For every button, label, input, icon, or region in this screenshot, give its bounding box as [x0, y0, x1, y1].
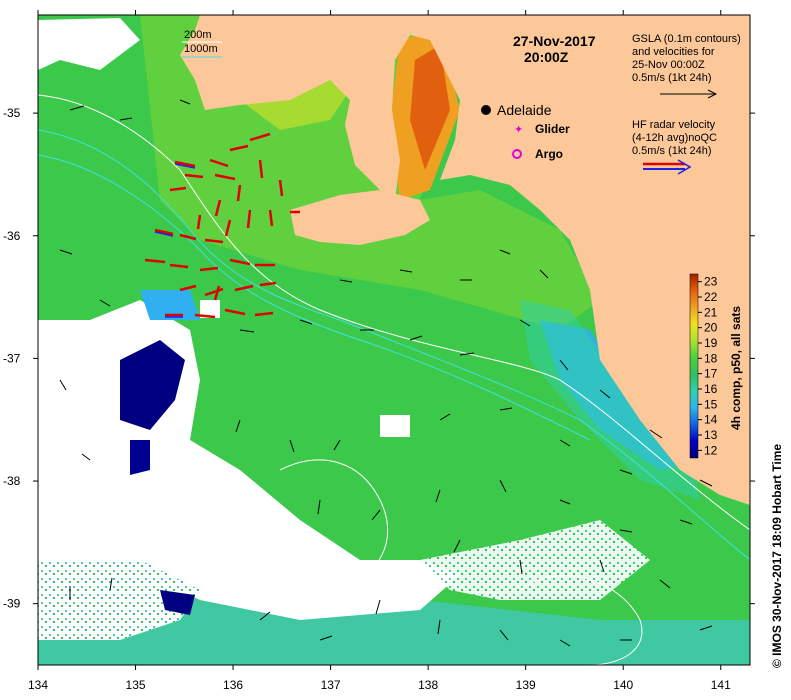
- colorbar-tick-label: 17: [704, 367, 718, 381]
- argo-label: Argo: [535, 147, 563, 161]
- y-tick-label: -36: [3, 229, 21, 243]
- adelaide-label: Adelaide: [497, 102, 552, 118]
- contour-legend-1000m: 1000m: [184, 43, 218, 55]
- colorbar-tick-label: 13: [704, 428, 718, 442]
- y-tick-label: -37: [3, 351, 21, 365]
- hf-legend-line2: (4-12h avg)noQC: [632, 132, 717, 144]
- title-date: 27-Nov-2017: [513, 33, 596, 49]
- y-tick-label: -38: [3, 474, 21, 488]
- colorbar-tick-label: 21: [704, 305, 718, 319]
- colorbar-title: 4h comp, p50, all sats: [729, 306, 743, 430]
- gsla-legend-line2: and velocities for: [632, 46, 715, 58]
- gsla-legend-line3: 25-Nov 00:00Z: [632, 59, 705, 71]
- x-tick-label: 135: [126, 678, 146, 692]
- colorbar-tick-label: 15: [704, 397, 718, 411]
- x-tick-label: 140: [613, 678, 633, 692]
- colorbar-tick-label: 20: [704, 321, 718, 335]
- colorbar-tick-label: 16: [704, 382, 718, 396]
- x-tick-label: 136: [223, 678, 243, 692]
- x-tick-label: 139: [516, 678, 536, 692]
- y-tick-label: -35: [3, 106, 21, 120]
- x-tick-label: 134: [28, 678, 48, 692]
- gsla-legend-line4: 0.5m/s (1kt 24h): [632, 72, 711, 84]
- colorbar-tick-label: 19: [704, 336, 718, 350]
- colorbar-gradient: [689, 273, 699, 459]
- credit-text: © IMOS 30-Nov-2017 18:09 Hobart Time: [770, 444, 784, 668]
- x-tick-label: 141: [711, 678, 731, 692]
- sst-map: ✦ 200m 1000m 27-Nov-2017 20:00Z Adelaide…: [3, 10, 784, 692]
- glider-marker-symbol: ✦: [514, 123, 523, 136]
- glider-label: Glider: [535, 122, 570, 136]
- colorbar-tick-label: 14: [704, 413, 718, 427]
- y-tick-label: -39: [3, 597, 21, 611]
- title-time: 20:00Z: [524, 49, 569, 65]
- adelaide-marker: [481, 105, 491, 115]
- map-plot-area: ✦: [38, 15, 750, 665]
- hf-legend-line1: HF radar velocity: [632, 119, 716, 131]
- colorbar-tick-label: 23: [704, 275, 718, 289]
- x-tick-label: 138: [418, 678, 438, 692]
- cloud-patch-1: [380, 415, 410, 437]
- hf-legend-line3: 0.5m/s (1kt 24h): [632, 145, 711, 157]
- colorbar-tick-label: 22: [704, 290, 718, 304]
- cold-artifact-2: [130, 440, 150, 475]
- gsla-legend-line1: GSLA (0.1m contours): [632, 33, 741, 45]
- contour-legend-200m: 200m: [184, 29, 212, 41]
- x-tick-label: 137: [321, 678, 341, 692]
- colorbar-tick-label: 12: [704, 443, 718, 457]
- colorbar-tick-label: 18: [704, 351, 718, 365]
